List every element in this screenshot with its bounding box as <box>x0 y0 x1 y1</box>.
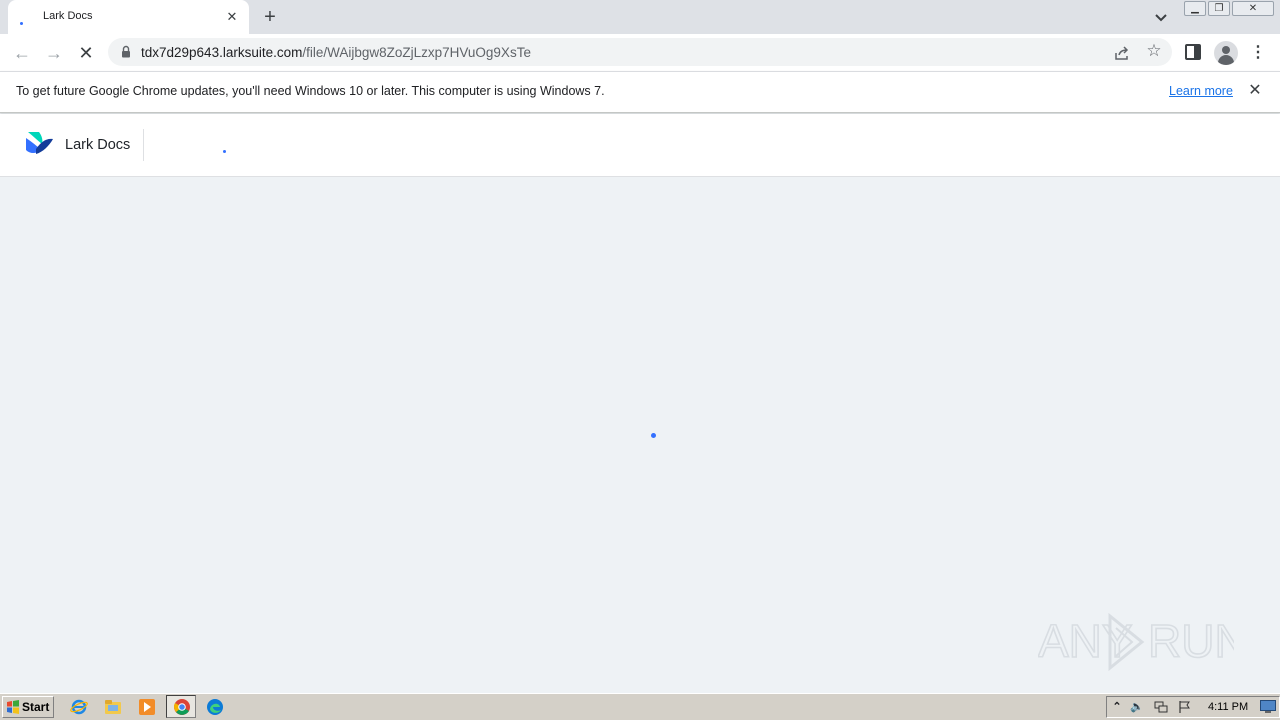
url-text[interactable]: tdx7d29p643.larksuite.com/file/WAijbgw8Z… <box>141 45 531 60</box>
tab-close-icon[interactable]: ✕ <box>224 9 240 25</box>
bookmark-star-icon[interactable]: ☆ <box>1145 42 1163 60</box>
lark-header <box>0 114 1280 177</box>
tab-search-chevron-icon[interactable] <box>1152 8 1170 26</box>
loading-favicon-icon <box>20 13 36 29</box>
back-arrow-icon[interactable]: ← <box>12 43 32 63</box>
start-button[interactable]: Start <box>2 696 54 718</box>
window-restore-button[interactable]: ❐ <box>1208 1 1230 16</box>
window-close-button[interactable]: ✕ <box>1232 1 1274 16</box>
profile-avatar-icon[interactable] <box>1214 41 1238 65</box>
windows-logo-icon <box>7 700 19 714</box>
url-path: /file/WAijbgw8ZoZjLzxp7HVuOg9XsTe <box>302 45 531 60</box>
media-player-icon[interactable] <box>138 698 156 716</box>
anyrun-watermark-logo: ANY RUN <box>1038 612 1234 672</box>
header-divider <box>143 129 144 161</box>
url-host: tdx7d29p643.larksuite.com <box>141 45 303 60</box>
show-desktop-icon[interactable] <box>1260 700 1276 713</box>
show-hidden-icons-icon[interactable]: ⌃ <box>1110 700 1124 714</box>
taskbar-clock[interactable]: 4:11 PM <box>1208 701 1248 713</box>
edge-icon[interactable] <box>206 698 224 716</box>
forward-arrow-icon[interactable]: → <box>44 43 64 63</box>
watermark-right-text: RUN <box>1148 615 1234 667</box>
new-tab-button[interactable]: + <box>259 6 281 28</box>
tab-title: Lark Docs <box>43 10 93 22</box>
internet-explorer-icon[interactable] <box>70 698 88 716</box>
lark-logo-icon[interactable] <box>24 132 54 158</box>
network-icon[interactable] <box>1154 700 1168 714</box>
action-center-flag-icon[interactable] <box>1178 700 1192 714</box>
page-loading-spinner <box>651 433 656 438</box>
side-panel-icon[interactable] <box>1185 44 1201 60</box>
header-loading-spinner <box>223 150 226 153</box>
file-explorer-icon[interactable] <box>104 698 122 716</box>
start-label: Start <box>22 700 50 714</box>
chrome-taskbar-button[interactable] <box>166 695 196 718</box>
chrome-menu-icon[interactable]: ⋮ <box>1250 43 1266 63</box>
stop-loading-icon[interactable]: ✕ <box>76 43 96 63</box>
infobar-close-icon[interactable]: ✕ <box>1247 83 1263 99</box>
infobar-message: To get future Google Chrome updates, you… <box>16 84 605 98</box>
window-minimize-button[interactable]: ▁ <box>1184 1 1206 16</box>
lock-icon[interactable] <box>121 45 131 58</box>
app-title[interactable]: Lark Docs <box>65 137 130 153</box>
chrome-icon <box>174 699 190 715</box>
share-icon[interactable] <box>1113 44 1131 62</box>
learn-more-link[interactable]: Learn more <box>1169 84 1233 98</box>
volume-icon[interactable]: 🔈 <box>1130 700 1144 714</box>
